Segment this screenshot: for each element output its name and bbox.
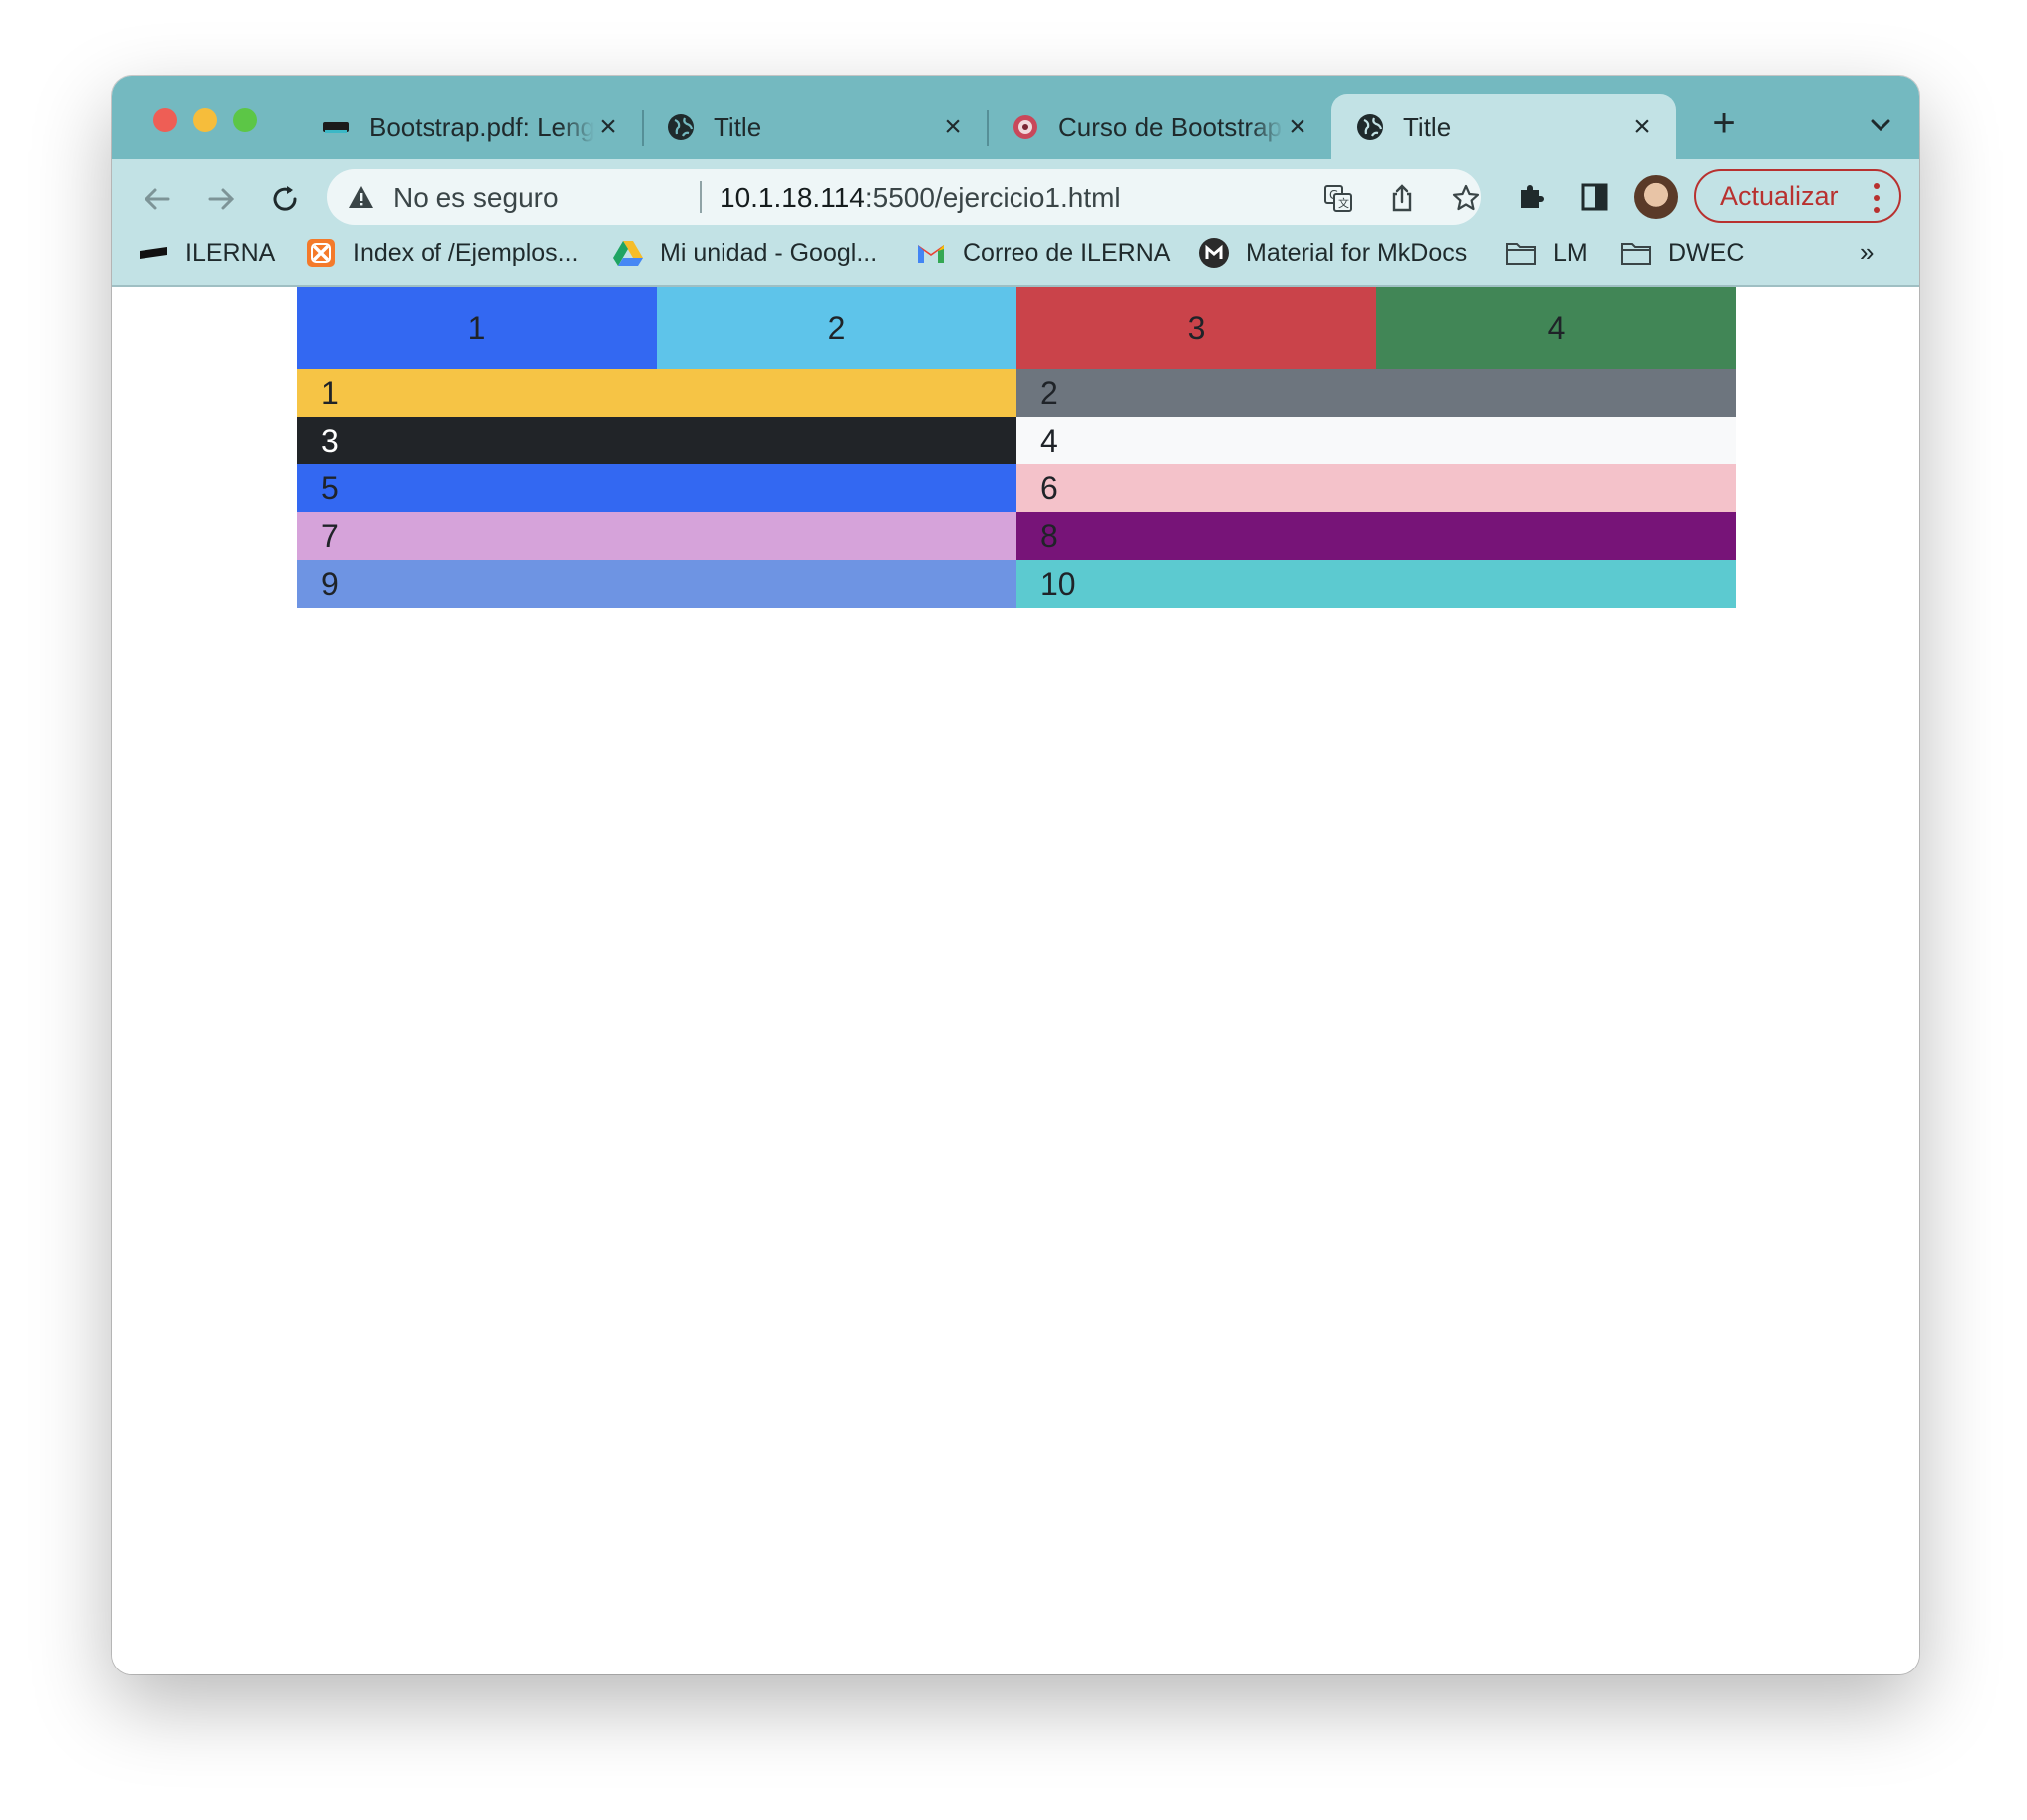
tab-label: Bootstrap.pdf: Lenguajes de marcas <box>369 111 594 142</box>
translate-icon[interactable]: G文 <box>1323 183 1353 213</box>
close-tab-icon[interactable]: × <box>939 112 967 142</box>
tab-bootstrap-pdf[interactable]: Bootstrap.pdf: Lenguajes de marcas × <box>297 94 642 159</box>
bookmark-correo-ilerna[interactable]: Correo de ILERNA <box>915 235 1170 271</box>
globe-icon <box>1355 112 1385 142</box>
reload-icon <box>273 186 297 211</box>
header-cell: 4 <box>1376 287 1736 369</box>
grid-cell: 7 <box>297 512 1016 560</box>
close-tab-icon[interactable]: × <box>1628 112 1656 142</box>
grid-row: 1 2 <box>297 369 1736 417</box>
address-bar[interactable]: No es seguro 10.1.18.114:5500/ejercicio1… <box>327 169 1481 225</box>
header-row: 1 2 3 4 <box>297 287 1736 369</box>
grid-cell: 8 <box>1016 512 1736 560</box>
side-panel-icon[interactable] <box>1577 179 1612 215</box>
omnibox-separator <box>700 181 702 213</box>
share-icon[interactable] <box>1387 183 1417 213</box>
extensions-puzzle-icon[interactable] <box>1513 179 1549 215</box>
bootstrap-course-icon <box>1011 112 1040 142</box>
tab-label: Title <box>714 111 762 142</box>
minimize-window-button[interactable] <box>193 108 217 132</box>
bookmark-label: Correo de ILERNA <box>963 238 1171 267</box>
url-text[interactable]: 10.1.18.114:5500/ejercicio1.html <box>720 182 1121 214</box>
close-tab-icon[interactable]: × <box>594 112 622 142</box>
grid-cell: 6 <box>1016 464 1736 512</box>
folder-icon <box>1505 237 1537 269</box>
grid-row: 7 8 <box>297 512 1736 560</box>
browser-window: Bootstrap.pdf: Lenguajes de marcas × Tit… <box>112 76 1919 1674</box>
tab-search-chevron-icon[interactable] <box>1866 110 1895 140</box>
close-tab-icon[interactable]: × <box>1284 112 1311 142</box>
bookmarks-bar: ILERNA Index of /Ejemplos... Mi unidad -… <box>112 229 1919 279</box>
grid-cell: 2 <box>1016 369 1736 417</box>
tab-label: Title <box>1403 111 1452 142</box>
google-drive-icon <box>612 237 644 269</box>
header-cell: 1 <box>297 287 657 369</box>
close-window-button[interactable] <box>153 108 177 132</box>
bookmark-label: DWEC <box>1668 238 1745 267</box>
forward-arrow-icon <box>208 188 235 210</box>
profile-avatar[interactable] <box>1634 175 1678 219</box>
reload-button[interactable] <box>265 179 305 219</box>
tab-label: Curso de Bootstrap <box>1058 111 1283 142</box>
bookmark-label: Material for MkDocs <box>1246 238 1468 267</box>
forward-button[interactable] <box>201 179 241 219</box>
header-cell: 2 <box>657 287 1016 369</box>
back-arrow-icon <box>144 188 170 210</box>
bookmark-index-ejemplos[interactable]: Index of /Ejemplos... <box>305 235 579 271</box>
update-button-label: Actualizar <box>1720 180 1839 211</box>
grid-row: 9 10 <box>297 560 1736 608</box>
grid-cell: 3 <box>297 417 1016 464</box>
tab-curso-bootstrap[interactable]: Curso de Bootstrap × <box>987 94 1331 159</box>
grid-cell: 1 <box>297 369 1016 417</box>
maximize-window-button[interactable] <box>233 108 257 132</box>
bookmark-star-icon[interactable] <box>1451 183 1481 213</box>
gmail-icon <box>915 237 947 269</box>
page-content: 1 2 3 4 1 2 3 4 5 6 7 8 9 10 <box>112 287 1919 1674</box>
mkdocs-icon <box>1198 237 1230 269</box>
grid-cell: 5 <box>297 464 1016 512</box>
bookmarks-overflow-chevron-icon[interactable]: » <box>1860 237 1874 268</box>
ilerna-icon <box>138 237 169 269</box>
more-menu-icon <box>1874 183 1880 213</box>
bookmark-label: Mi unidad - Googl... <box>660 238 878 267</box>
bookmark-label: ILERNA <box>185 238 276 267</box>
tab-strip: Bootstrap.pdf: Lenguajes de marcas × Tit… <box>112 76 1919 159</box>
globe-icon <box>666 112 696 142</box>
bookmark-mi-unidad[interactable]: Mi unidad - Googl... <box>612 235 877 271</box>
security-label[interactable]: No es seguro <box>393 182 559 214</box>
bootstrap-color-grid: 1 2 3 4 1 2 3 4 5 6 7 8 9 10 <box>297 287 1736 608</box>
bookmark-folder-dwec[interactable]: DWEC <box>1620 235 1744 271</box>
xampp-icon <box>305 237 337 269</box>
new-tab-button[interactable]: + <box>1704 103 1744 144</box>
update-button[interactable]: Actualizar <box>1694 169 1901 223</box>
grid-cell: 9 <box>297 560 1016 608</box>
grid-row: 5 6 <box>297 464 1736 512</box>
grid-cell: 4 <box>1016 417 1736 464</box>
ilerna-icon <box>321 112 351 142</box>
bookmark-folder-lm[interactable]: LM <box>1505 235 1588 271</box>
bookmark-label: LM <box>1553 238 1588 267</box>
svg-text:文: 文 <box>1338 196 1349 210</box>
bookmark-material-mkdocs[interactable]: Material for MkDocs <box>1198 235 1467 271</box>
url-host: 10.1.18.114 <box>720 182 865 213</box>
header-cell: 3 <box>1016 287 1376 369</box>
warning-icon[interactable] <box>347 183 375 211</box>
tab-title-active[interactable]: Title × <box>1331 94 1676 159</box>
tab-title[interactable]: Title × <box>642 94 987 159</box>
url-path: :5500/ejercicio1.html <box>864 182 1121 213</box>
browser-toolbar: No es seguro 10.1.18.114:5500/ejercicio1… <box>112 159 1919 287</box>
grid-cell: 10 <box>1016 560 1736 608</box>
folder-icon <box>1620 237 1652 269</box>
bookmark-label: Index of /Ejemplos... <box>353 238 579 267</box>
bookmark-ilerna[interactable]: ILERNA <box>138 235 275 271</box>
grid-row: 3 4 <box>297 417 1736 464</box>
back-button[interactable] <box>138 179 177 219</box>
